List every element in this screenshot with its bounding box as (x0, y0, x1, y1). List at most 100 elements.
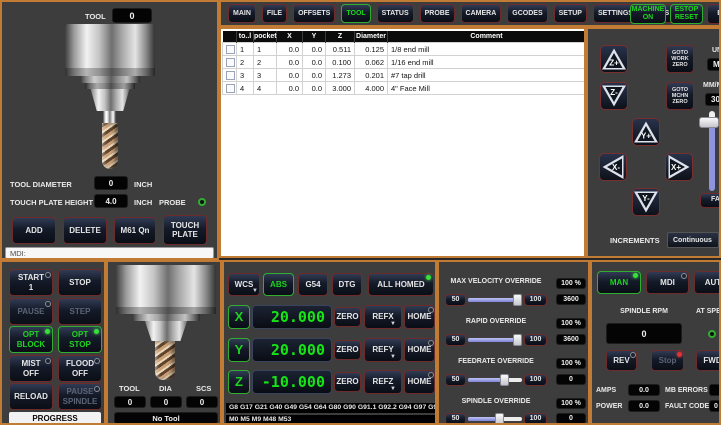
spindle-min-button[interactable]: 50 (445, 413, 466, 425)
all-homed-button[interactable]: ALL HOMED (368, 273, 434, 296)
machine-on-button[interactable]: MACHINE ON (630, 4, 666, 24)
max-velocity-max-button[interactable]: 100 (524, 294, 547, 306)
estop-reset-button[interactable]: ESTOP RESET (670, 4, 703, 24)
spindle-max-button[interactable]: 100 (524, 413, 547, 425)
tab-gcodes[interactable]: GCODES (507, 4, 547, 23)
touch-plate-button[interactable]: TOUCH PLATE (163, 215, 207, 245)
ref-z-button[interactable]: REFZ (364, 370, 402, 394)
feedrate-min-button[interactable]: 50 (445, 374, 466, 386)
row-checkbox[interactable] (226, 58, 235, 67)
cell-diameter[interactable]: 0.201 (355, 69, 388, 82)
tab-camera[interactable]: CAMERA (461, 4, 502, 23)
jog-fast-button[interactable]: FAST (700, 193, 721, 208)
touch-plate-height-value[interactable]: 4.0 (94, 194, 128, 208)
step-button[interactable]: STEP (58, 298, 102, 325)
tab-offsets[interactable]: OFFSETS (293, 4, 335, 23)
jog-z-minus-button[interactable]: Z- (600, 82, 628, 110)
cell-z[interactable]: 0.511 (326, 43, 355, 56)
cell-x[interactable]: 0.0 (277, 43, 303, 56)
jog-y-plus-button[interactable]: Y+ (632, 118, 660, 146)
goto-work-zero-button[interactable]: GOTO WORK ZERO (666, 45, 694, 73)
cell-tool[interactable]: 3 (237, 69, 254, 82)
rapid-min-button[interactable]: 50 (445, 334, 466, 346)
exit-button[interactable]: EXIT (707, 4, 721, 24)
add-tool-button[interactable]: ADD (12, 217, 56, 244)
col-x[interactable]: X (277, 31, 303, 43)
feedrate-override-slider[interactable] (468, 374, 522, 386)
cell-diameter[interactable]: 0.062 (355, 56, 388, 69)
units-value[interactable]: MM (707, 58, 721, 71)
goto-machine-zero-button[interactable]: GOTO MCHN ZERO (666, 82, 694, 110)
cell-comment[interactable]: 4" Face Mill (388, 82, 586, 95)
jog-y-minus-button[interactable]: Y- (632, 188, 660, 216)
increments-select[interactable]: Continuous (667, 232, 719, 248)
cycle-stop-button[interactable]: STOP (58, 269, 102, 296)
cell-z[interactable]: 0.100 (326, 56, 355, 69)
rapid-max-button[interactable]: 100 (524, 334, 547, 346)
cell-diameter[interactable]: 4.000 (355, 82, 388, 95)
tab-file[interactable]: FILE (262, 4, 287, 23)
cell-x[interactable]: 0.0 (277, 82, 303, 95)
cell-y[interactable]: 0.0 (303, 56, 326, 69)
jog-rate-value[interactable]: 3000 (705, 93, 721, 106)
cell-z[interactable]: 3.000 (326, 82, 355, 95)
axis-y-button[interactable]: Y (228, 338, 250, 362)
cell-tool[interactable]: 1 (237, 43, 254, 56)
tab-tool[interactable]: TOOL (341, 4, 370, 23)
cell-pocket[interactable]: 3 (254, 69, 277, 82)
zero-y-button[interactable]: ZERO (334, 340, 361, 360)
tab-probe[interactable]: PROBE (420, 4, 455, 23)
abs-button[interactable]: ABS (263, 273, 294, 296)
row-checkbox[interactable] (226, 84, 235, 93)
slider-handle[interactable] (513, 294, 522, 306)
axis-x-button[interactable]: X (228, 305, 250, 329)
max-velocity-min-button[interactable]: 50 (445, 294, 466, 306)
ref-y-button[interactable]: REFY (364, 338, 402, 362)
jog-rate-slider-handle[interactable] (699, 117, 719, 128)
cell-x[interactable]: 0.0 (277, 69, 303, 82)
spindle-fwd-button[interactable]: FWD (696, 350, 721, 371)
delete-tool-button[interactable]: DELETE (63, 217, 107, 244)
cell-y[interactable]: 0.0 (303, 82, 326, 95)
table-row[interactable]: 3 3 0.0 0.0 1.273 0.201 #7 tap drill (223, 69, 586, 82)
tool-diameter-value[interactable]: 0 (94, 176, 128, 190)
table-row[interactable]: 4 4 0.0 0.0 3.000 4.000 4" Face Mill (223, 82, 586, 95)
row-checkbox[interactable] (226, 45, 235, 54)
jog-z-plus-button[interactable]: Z+ (600, 45, 628, 73)
tab-main[interactable]: MAIN (228, 4, 256, 23)
cell-pocket[interactable]: 4 (254, 82, 277, 95)
cell-y[interactable]: 0.0 (303, 43, 326, 56)
col-y[interactable]: Y (303, 31, 326, 43)
g54-button[interactable]: G54 (298, 273, 328, 296)
col-tool[interactable]: to..l (237, 31, 254, 43)
tab-status[interactable]: STATUS (377, 4, 414, 23)
slider-handle[interactable] (500, 374, 509, 386)
cell-pocket[interactable]: 1 (254, 43, 277, 56)
slider-handle[interactable] (513, 334, 522, 346)
jog-x-plus-button[interactable]: X+ (665, 153, 693, 181)
mdi-input[interactable]: MDI: (5, 247, 214, 259)
reload-button[interactable]: RELOAD (9, 383, 53, 410)
row-checkbox[interactable] (226, 71, 235, 80)
slider-handle[interactable] (495, 413, 504, 425)
cell-pocket[interactable]: 2 (254, 56, 277, 69)
cell-tool[interactable]: 2 (237, 56, 254, 69)
cell-comment[interactable]: 1/8 end mill (388, 43, 586, 56)
mode-auto-button[interactable]: AUTO (694, 271, 721, 294)
table-row[interactable]: 2 2 0.0 0.0 0.100 0.062 1/16 end mill (223, 56, 586, 69)
table-row[interactable]: 1 1 0.0 0.0 0.511 0.125 1/8 end mill (223, 43, 586, 56)
jog-x-minus-button[interactable]: X- (599, 153, 627, 181)
zero-x-button[interactable]: ZERO (334, 307, 361, 327)
m61-button[interactable]: M61 Qn (114, 217, 156, 244)
cell-y[interactable]: 0.0 (303, 69, 326, 82)
ref-x-button[interactable]: REFX (364, 305, 402, 329)
cell-z[interactable]: 1.273 (326, 69, 355, 82)
col-z[interactable]: Z (326, 31, 355, 43)
col-pocket[interactable]: pocket (254, 31, 277, 43)
col-diameter[interactable]: Diameter (355, 31, 388, 43)
col-comment[interactable]: Comment (388, 31, 586, 43)
axis-z-button[interactable]: Z (228, 370, 250, 394)
cell-comment[interactable]: #7 tap drill (388, 69, 586, 82)
cell-diameter[interactable]: 0.125 (355, 43, 388, 56)
dtg-button[interactable]: DTG (332, 273, 362, 296)
